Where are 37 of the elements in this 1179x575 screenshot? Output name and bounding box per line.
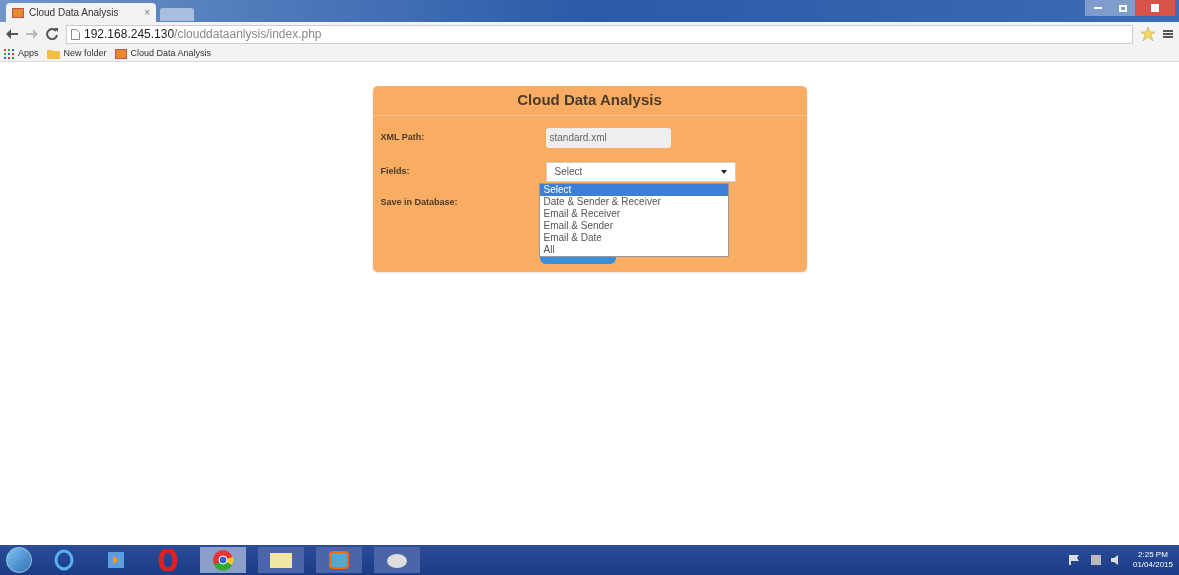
dropdown-option[interactable]: Select <box>539 184 728 196</box>
browser-tab[interactable]: Cloud Data Analysis × <box>6 3 156 22</box>
tab-close-button[interactable]: × <box>144 5 150 20</box>
clock[interactable]: 2:25 PM 01/04/2015 <box>1132 550 1173 570</box>
xml-path-field[interactable]: standard.xml <box>545 127 671 148</box>
dropdown-option[interactable]: Date & Sender & Receiver <box>539 196 728 208</box>
address-bar[interactable]: 192.168.245.130/clouddataanlysis/index.php <box>66 24 1133 44</box>
apps-grid-icon <box>4 48 14 59</box>
tab-title: Cloud Data Analysis <box>29 6 120 20</box>
bookmark[interactable]: Apps <box>4 46 39 61</box>
url-path: /clouddataanlysis/index.php <box>174 27 322 41</box>
dropdown-option[interactable]: Email & Receiver <box>539 208 728 220</box>
maximize-button[interactable] <box>1111 0 1135 16</box>
page-favicon-icon <box>12 7 24 18</box>
reload-icon[interactable] <box>46 28 58 40</box>
form-title: Cloud Data Analysis <box>372 86 807 116</box>
close-button[interactable] <box>1135 0 1175 16</box>
bookmark[interactable]: Cloud Data Analysis <box>114 46 212 61</box>
minimize-button[interactable] <box>1085 0 1111 16</box>
flag-icon[interactable] <box>1068 555 1081 565</box>
field-label: Save in Database: <box>380 195 459 209</box>
start-button[interactable] <box>6 547 32 573</box>
chrome-icon[interactable] <box>200 547 246 573</box>
dropdown-option[interactable]: All <box>539 244 728 256</box>
dropdown-option[interactable]: Email & Date <box>539 232 728 244</box>
page-favicon-icon <box>114 48 127 59</box>
bookmark[interactable]: New folder <box>46 46 107 61</box>
dropdown-option[interactable]: Email & Sender <box>539 220 728 232</box>
field-label: Fields: <box>380 164 411 178</box>
fields-select[interactable]: Select <box>545 161 736 182</box>
dropdown-arrow-icon <box>720 169 727 174</box>
url-host: 192.168.245.130 <box>84 27 175 41</box>
back-arrow-icon[interactable] <box>6 29 18 39</box>
star-icon[interactable] <box>1141 27 1155 41</box>
menu-icon[interactable] <box>1163 29 1173 39</box>
page-icon <box>71 28 80 40</box>
field-label: XML Path: <box>380 130 426 144</box>
